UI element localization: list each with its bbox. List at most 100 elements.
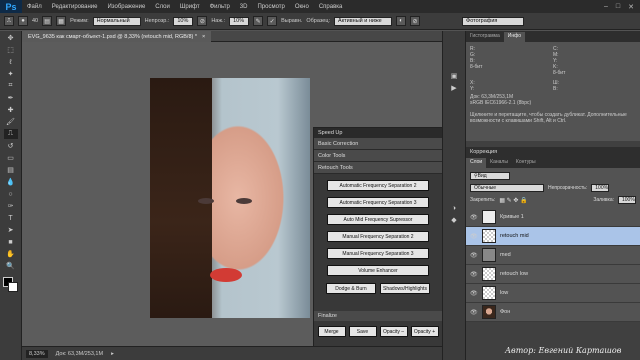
- crop-tool-icon[interactable]: ⌗: [4, 81, 18, 91]
- blend-mode-select[interactable]: Обычные: [470, 184, 544, 192]
- type-tool-icon[interactable]: T: [4, 213, 18, 223]
- menu-3d[interactable]: 3D: [235, 4, 253, 10]
- opacity-minus-button[interactable]: Opacity –: [379, 326, 408, 337]
- pressure-opacity-icon[interactable]: ⊘: [197, 16, 208, 26]
- layer-row[interactable]: 👁 med: [466, 246, 640, 265]
- lips-shape: [210, 268, 242, 282]
- sample-select[interactable]: Активный и ниже: [334, 16, 393, 26]
- manual-freq-sep-3-button[interactable]: Manual Frequency Separation 3: [327, 248, 429, 259]
- clone-source-icon[interactable]: ▦: [56, 16, 67, 26]
- retouch-tools-section[interactable]: Retouch Tools: [314, 162, 442, 174]
- brush-tool-icon[interactable]: 🖌: [4, 117, 18, 127]
- finalize-section[interactable]: Finalize: [314, 311, 442, 321]
- color-tools-section[interactable]: Color Tools: [314, 150, 442, 162]
- flow-field[interactable]: 10%: [229, 16, 250, 26]
- clone-stamp-tool-icon[interactable]: ⎍: [3, 129, 18, 139]
- aligned-checkbox[interactable]: ✓: [267, 16, 278, 26]
- path-select-tool-icon[interactable]: ➤: [4, 225, 18, 235]
- visibility-eye-icon[interactable]: 👁: [470, 233, 478, 240]
- visibility-eye-icon[interactable]: 👁: [470, 271, 478, 278]
- minimize-button[interactable]: –: [604, 3, 608, 11]
- lasso-tool-icon[interactable]: ℓ: [4, 57, 18, 67]
- marquee-tool-icon[interactable]: ⬚: [4, 45, 18, 55]
- zoom-tool-icon[interactable]: 🔍: [4, 261, 18, 271]
- document-tab[interactable]: EVG_9635 как смарт-объект-1.psd @ 8,33% …: [22, 31, 212, 42]
- pen-tool-icon[interactable]: ✑: [4, 201, 18, 211]
- portrait-photo[interactable]: [150, 78, 310, 318]
- lock-icons[interactable]: ▦ ✎ ✥ 🔒: [499, 197, 527, 204]
- shadows-highlights-button[interactable]: Shadows/Highlights: [380, 283, 430, 294]
- actions-panel-icon[interactable]: ▶: [447, 83, 461, 93]
- layer-row[interactable]: 👁 retouch low: [466, 265, 640, 284]
- adjustments-panel-icon[interactable]: ◑: [447, 203, 461, 213]
- opacity-plus-button[interactable]: Opacity +: [410, 326, 439, 337]
- volume-enhancer-button[interactable]: Volume Enhancer: [327, 265, 429, 276]
- color-swatches[interactable]: [2, 277, 19, 293]
- tab-paths[interactable]: Контуры: [512, 158, 540, 168]
- zoom-level[interactable]: 8,33%: [26, 349, 48, 358]
- tab-histogram[interactable]: Гистограмма: [466, 32, 504, 42]
- shape-tool-icon[interactable]: ■: [4, 237, 18, 247]
- gradient-tool-icon[interactable]: ▤: [4, 165, 18, 175]
- stamp-tool-icon[interactable]: ⎍: [4, 16, 14, 26]
- menu-layers[interactable]: Слои: [150, 4, 175, 10]
- menu-window[interactable]: Окно: [290, 4, 314, 10]
- layer-row-selected[interactable]: 👁 retouch mid: [466, 227, 640, 246]
- auto-mid-freq-button[interactable]: Auto Mid Frequency Supressor: [327, 214, 429, 225]
- move-tool-icon[interactable]: ✥: [4, 33, 18, 43]
- menu-filter[interactable]: Фильтр: [205, 4, 235, 10]
- menu-view[interactable]: Просмотр: [252, 4, 289, 10]
- visibility-eye-icon[interactable]: 👁: [470, 252, 478, 259]
- styles-panel-icon[interactable]: ◆: [447, 215, 461, 225]
- layer-row[interactable]: 👁 Фон: [466, 303, 640, 322]
- manual-freq-sep-2-button[interactable]: Manual Frequency Separation 2: [327, 231, 429, 242]
- info-profile: sRGB IEC61966-2.1 (8bpc): [470, 100, 532, 106]
- corrections-panel-tab[interactable]: Коррекция: [466, 147, 640, 157]
- auto-freq-sep-2-button[interactable]: Automatic Frequency Separation 2: [327, 180, 429, 191]
- visibility-eye-icon[interactable]: 👁: [470, 214, 478, 221]
- close-document-icon[interactable]: ×: [202, 34, 205, 40]
- tab-info[interactable]: Инфо: [503, 32, 526, 42]
- visibility-eye-icon[interactable]: 👁: [470, 309, 478, 316]
- workspace-select[interactable]: Фотография: [462, 16, 525, 26]
- layer-row[interactable]: 👁 Кривые 1: [466, 208, 640, 227]
- healing-tool-icon[interactable]: ✚: [4, 105, 18, 115]
- eyedropper-tool-icon[interactable]: ✒: [4, 93, 18, 103]
- speed-up-title: Speed Up: [314, 128, 442, 138]
- layer-row[interactable]: 👁 low: [466, 284, 640, 303]
- menu-image[interactable]: Изображение: [102, 4, 150, 10]
- history-brush-tool-icon[interactable]: ↺: [4, 141, 18, 151]
- dodge-burn-button[interactable]: Dodge & Burn: [326, 283, 376, 294]
- history-panel-icon[interactable]: ▣: [447, 71, 461, 81]
- opacity-field[interactable]: 10%: [173, 16, 194, 26]
- menu-type[interactable]: Шрифт: [175, 4, 205, 10]
- tab-layers[interactable]: Слои: [466, 158, 487, 168]
- eraser-tool-icon[interactable]: ▭: [4, 153, 18, 163]
- basic-correction-section[interactable]: Basic Correction: [314, 138, 442, 150]
- brush-preset-icon[interactable]: ●: [18, 16, 28, 26]
- layer-kind-select[interactable]: ⚲ Вид: [470, 172, 510, 180]
- status-arrow-icon[interactable]: ▸: [111, 351, 114, 357]
- layer-opacity-field[interactable]: 100%: [591, 184, 610, 192]
- dodge-tool-icon[interactable]: ○: [4, 189, 18, 199]
- background-color-swatch[interactable]: [7, 282, 18, 292]
- pressure-size-icon[interactable]: ⊘: [410, 16, 421, 26]
- menu-file[interactable]: Файл: [22, 4, 47, 10]
- maximize-button[interactable]: □: [616, 3, 620, 11]
- brush-panel-icon[interactable]: ▤: [42, 16, 53, 26]
- tab-channels[interactable]: Каналы: [486, 158, 512, 168]
- menu-edit[interactable]: Редактирование: [47, 4, 103, 10]
- visibility-eye-icon[interactable]: 👁: [470, 290, 478, 297]
- close-window-button[interactable]: ✕: [628, 3, 634, 11]
- airbrush-icon[interactable]: ✎: [253, 16, 264, 26]
- quick-select-tool-icon[interactable]: ✦: [4, 69, 18, 79]
- mode-select[interactable]: Нормальный: [92, 16, 141, 26]
- save-button[interactable]: Save: [348, 326, 377, 337]
- merge-button[interactable]: Merge: [317, 326, 346, 337]
- layer-fill-field[interactable]: 100%: [618, 196, 636, 204]
- hand-tool-icon[interactable]: ✋: [4, 249, 18, 259]
- blur-tool-icon[interactable]: 💧: [4, 177, 18, 187]
- auto-freq-sep-3-button[interactable]: Automatic Frequency Separation 3: [327, 197, 429, 208]
- ignore-adjustment-icon[interactable]: ◐: [396, 16, 407, 26]
- menu-help[interactable]: Справка: [314, 4, 348, 10]
